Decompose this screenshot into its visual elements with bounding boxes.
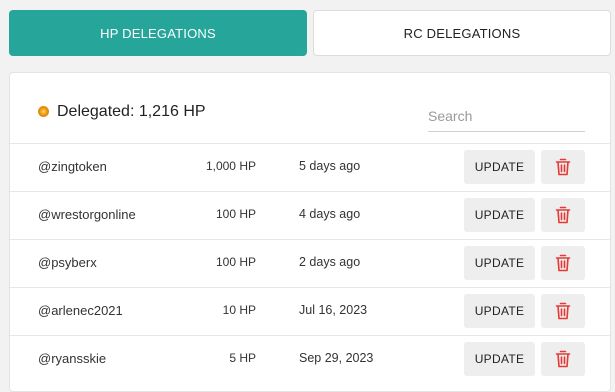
delegatee-account: @ryansskie <box>38 351 107 366</box>
delegatee-account: @wrestorgonline <box>38 207 136 222</box>
delegatee-account: @arlenec2021 <box>38 303 123 318</box>
tab-rc-delegations[interactable]: RC DELEGATIONS <box>313 10 611 56</box>
trash-icon <box>555 254 571 272</box>
delegation-amount: 1,000 HP <box>205 159 256 173</box>
panel-header: Delegated: 1,216 HP <box>10 73 610 144</box>
trash-icon <box>555 302 571 320</box>
hp-coin-icon <box>38 106 49 117</box>
delete-button[interactable] <box>541 150 585 184</box>
delete-button[interactable] <box>541 246 585 280</box>
trash-icon <box>555 206 571 224</box>
delegation-amount: 10 HP <box>222 303 256 317</box>
delegated-total: Delegated: 1,216 HP <box>57 103 206 120</box>
update-button[interactable]: UPDATE <box>464 342 535 376</box>
delegation-date: Sep 29, 2023 <box>299 351 374 365</box>
delegation-date: 4 days ago <box>299 207 361 221</box>
delegations-panel: Delegated: 1,216 HP @zingtoken 1,000 HP … <box>9 72 611 392</box>
table-row: @psyberx 100 HP 2 days ago UPDATE <box>10 240 610 288</box>
delegation-list: @zingtoken 1,000 HP 5 days ago UPDATE @w… <box>10 144 610 383</box>
delete-button[interactable] <box>541 294 585 328</box>
search-input[interactable] <box>428 101 585 132</box>
table-row: @arlenec2021 10 HP Jul 16, 2023 UPDATE <box>10 288 610 336</box>
update-button[interactable]: UPDATE <box>464 246 535 280</box>
delegation-amount: 5 HP <box>229 351 256 365</box>
table-row: @wrestorgonline 100 HP 4 days ago UPDATE <box>10 192 610 240</box>
delegation-amount: 100 HP <box>215 207 256 221</box>
trash-icon <box>555 158 571 176</box>
update-button[interactable]: UPDATE <box>464 294 535 328</box>
delegation-date: 2 days ago <box>299 255 361 269</box>
delegation-amount: 100 HP <box>215 255 256 269</box>
update-button[interactable]: UPDATE <box>464 198 535 232</box>
table-row: @zingtoken 1,000 HP 5 days ago UPDATE <box>10 144 610 192</box>
delete-button[interactable] <box>541 342 585 376</box>
table-row: @ryansskie 5 HP Sep 29, 2023 UPDATE <box>10 336 610 383</box>
delegatee-account: @zingtoken <box>38 159 107 174</box>
delegation-date: 5 days ago <box>299 159 361 173</box>
update-button[interactable]: UPDATE <box>464 150 535 184</box>
delegatee-account: @psyberx <box>38 255 97 270</box>
delegation-date: Jul 16, 2023 <box>299 303 368 317</box>
tab-hp-delegations[interactable]: HP DELEGATIONS <box>9 10 307 56</box>
trash-icon <box>555 350 571 368</box>
delete-button[interactable] <box>541 198 585 232</box>
delegation-tabs: HP DELEGATIONS RC DELEGATIONS <box>9 10 611 58</box>
